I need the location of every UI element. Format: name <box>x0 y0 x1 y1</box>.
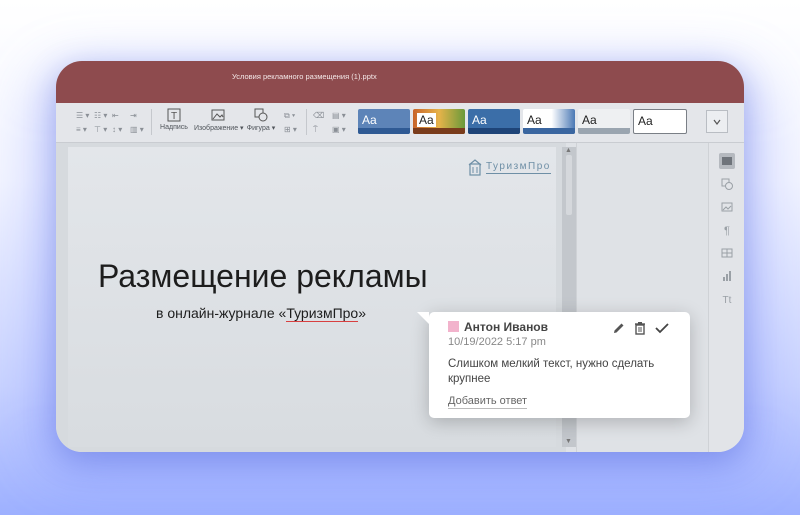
align-left-button[interactable]: ≡ ▾ <box>76 125 87 134</box>
image-icon <box>211 109 225 121</box>
clear-style-button[interactable]: ⌫ <box>313 111 324 120</box>
line-spacing-button[interactable]: ↕ ▾ <box>112 125 122 134</box>
svg-text:¶: ¶ <box>724 225 730 237</box>
theme-thumbnail-4[interactable]: Aa <box>523 109 575 134</box>
vertical-align-button[interactable]: ⊤ ▾ <box>94 125 107 134</box>
numbered-list-button[interactable]: ☷ ▾ <box>94 111 107 120</box>
arrange-button[interactable]: ⧉ ▾ <box>284 111 295 120</box>
slide-layout-button[interactable]: ▤ ▾ <box>332 111 346 120</box>
shape-settings-icon[interactable] <box>719 176 735 192</box>
svg-text:T: T <box>171 111 177 122</box>
insert-image-button[interactable]: Изображение ▾ <box>194 108 244 132</box>
chart-settings-icon[interactable] <box>719 268 735 284</box>
theme-thumbnail-6-selected[interactable]: Aa <box>633 109 687 134</box>
title-bar: Условия рекламного размещения (1).pptx <box>56 61 744 103</box>
slide-logo-text: ТуризмПро <box>486 161 551 174</box>
theme-thumbnail-3[interactable]: Aa <box>468 109 520 134</box>
comment-text: Слишком мелкий текст, нужно сделать круп… <box>448 358 655 385</box>
shape-label: Фигура ▾ <box>246 125 276 132</box>
resolve-comment-icon[interactable] <box>654 320 670 336</box>
insert-shape-button[interactable]: Фигура ▾ <box>246 108 276 132</box>
comment-date: 10/19/2022 5:17 pm <box>448 336 546 348</box>
comment-pointer <box>417 312 429 324</box>
edit-comment-icon[interactable] <box>611 320 627 336</box>
logo-icon <box>468 159 482 176</box>
columns-button[interactable]: ▥ ▾ <box>130 125 144 134</box>
scrollbar-thumb[interactable] <box>566 155 572 215</box>
insert-textbox-button[interactable]: T Надпись <box>159 108 189 131</box>
scroll-down-icon[interactable]: ▼ <box>565 438 572 445</box>
chevron-down-icon <box>713 119 721 125</box>
add-reply-link[interactable]: Добавить ответ <box>448 395 528 409</box>
toolbar: ☰ ▾ ☷ ▾ ⇤ ⇥ ≡ ▾ ⊤ ▾ ↕ ▾ ▥ ▾ T Надпись Из… <box>56 103 744 143</box>
slide-subtitle[interactable]: в онлайн-журнале «ТуризмПро» <box>156 305 367 322</box>
decrease-indent-button[interactable]: ⇤ <box>112 111 119 120</box>
document-title: Условия рекламного размещения (1).pptx <box>232 72 377 81</box>
align-objects-button[interactable]: ⊞ ▾ <box>284 125 297 134</box>
svg-text:Tt: Tt <box>723 295 732 306</box>
slide-title[interactable]: Размещение рекламы <box>98 258 428 295</box>
slide-settings-icon[interactable] <box>719 153 735 169</box>
paragraph-settings-icon[interactable]: ¶ <box>719 222 735 238</box>
textbox-label: Надпись <box>160 124 188 131</box>
subtitle-spellcheck-word: ТуризмПро <box>286 305 359 322</box>
comment-author: Антон Иванов <box>464 320 549 334</box>
theme-thumbnail-5[interactable]: Aa <box>578 109 630 134</box>
copy-style-button[interactable]: ⍑ <box>313 125 318 134</box>
themes-expand-button[interactable] <box>706 110 728 133</box>
comment-popup: Антон Иванов 10/19/2022 5:17 pm Слишком … <box>417 312 690 418</box>
image-label: Изображение ▾ <box>194 125 244 132</box>
table-settings-icon[interactable] <box>719 245 735 261</box>
bullets-list-button[interactable]: ☰ ▾ <box>76 111 89 120</box>
slide-size-button[interactable]: ▣ ▾ <box>332 125 346 134</box>
increase-indent-button[interactable]: ⇥ <box>130 111 137 120</box>
right-sidebar: ¶ Tt <box>708 143 744 452</box>
shape-icon <box>254 108 268 122</box>
subtitle-suffix: » <box>358 305 367 321</box>
delete-comment-icon[interactable] <box>632 320 648 336</box>
theme-thumbnail-1[interactable]: Aa <box>358 109 410 134</box>
textbox-icon: T <box>167 108 181 122</box>
subtitle-prefix: в онлайн-журнале « <box>156 305 287 321</box>
theme-thumbnail-2[interactable]: Aa <box>413 109 465 134</box>
image-settings-icon[interactable] <box>719 199 735 215</box>
toolbar-separator <box>151 109 152 135</box>
scroll-up-icon[interactable]: ▲ <box>565 147 572 154</box>
author-color-swatch <box>448 321 459 332</box>
toolbar-separator <box>306 109 307 135</box>
text-art-settings-icon[interactable]: Tt <box>719 291 735 307</box>
